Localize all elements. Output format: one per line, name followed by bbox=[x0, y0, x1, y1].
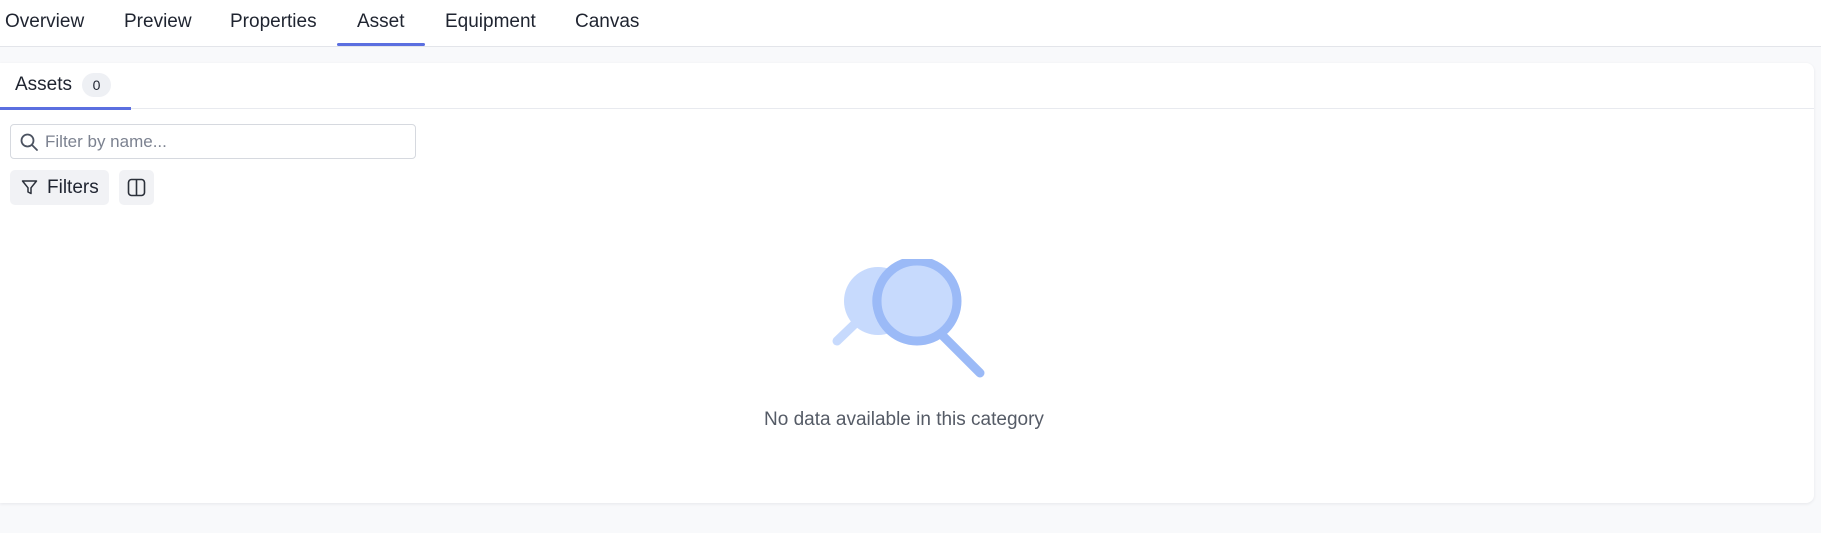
empty-magnifier-illustration bbox=[832, 259, 985, 378]
empty-state-message: No data available in this category bbox=[764, 409, 1044, 430]
top-tab-bar: Overview Preview Properties Asset Equipm… bbox=[0, 0, 1821, 47]
columns-icon bbox=[127, 178, 146, 197]
assets-count-badge: 0 bbox=[82, 73, 111, 97]
tab-preview[interactable]: Preview bbox=[124, 0, 192, 46]
tab-overview[interactable]: Overview bbox=[5, 0, 84, 46]
tab-asset[interactable]: Asset bbox=[337, 0, 424, 46]
filters-label: Filters bbox=[47, 177, 99, 198]
tab-assets[interactable]: Assets 0 bbox=[0, 63, 131, 110]
search-box bbox=[10, 124, 416, 159]
funnel-icon bbox=[21, 180, 38, 195]
columns-toggle-button[interactable] bbox=[119, 170, 154, 205]
sub-tab-bar: Assets 0 bbox=[0, 63, 1814, 110]
tab-canvas[interactable]: Canvas bbox=[575, 0, 639, 46]
assets-panel: Assets 0 Filters No data available in th… bbox=[0, 63, 1814, 503]
search-icon bbox=[20, 133, 38, 151]
tab-assets-label: Assets bbox=[15, 74, 73, 95]
search-input[interactable] bbox=[45, 125, 411, 158]
tab-equipment[interactable]: Equipment bbox=[445, 0, 536, 46]
filters-button[interactable]: Filters bbox=[10, 170, 109, 205]
tab-properties[interactable]: Properties bbox=[230, 0, 317, 46]
